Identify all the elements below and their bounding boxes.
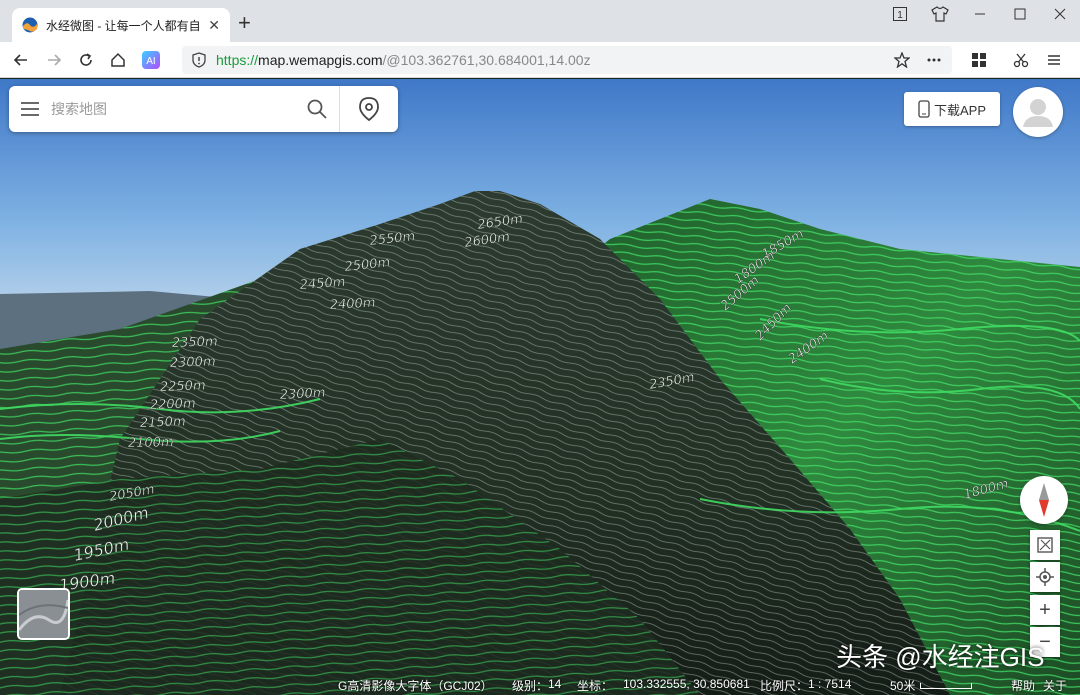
svg-text:1: 1 xyxy=(897,10,903,21)
hamburger-icon xyxy=(21,102,39,116)
back-button[interactable] xyxy=(9,48,33,72)
contour-label: 2250m xyxy=(160,378,206,395)
maximize-icon xyxy=(1014,8,1026,20)
reload-icon xyxy=(80,53,92,66)
reload-button[interactable] xyxy=(74,48,98,72)
grid-icon xyxy=(972,53,986,67)
crosshair-icon xyxy=(1036,568,1054,586)
tab-count-button[interactable]: 1 xyxy=(880,0,920,28)
more-dots-icon xyxy=(927,58,941,62)
site-favicon-icon xyxy=(22,17,38,33)
shield-icon xyxy=(192,52,206,68)
search-icon xyxy=(307,99,327,119)
map-menu-button[interactable] xyxy=(9,86,51,132)
hamburger-icon xyxy=(1048,55,1060,65)
about-link[interactable]: 关于 xyxy=(1043,677,1067,694)
address-bar[interactable]: https://map.wemapgis.com/@103.362761,30.… xyxy=(182,46,952,74)
url-host: map.wemapgis.com xyxy=(258,52,383,68)
star-icon xyxy=(894,52,910,68)
user-avatar-button[interactable] xyxy=(1013,87,1063,137)
terrain-3d-scene[interactable]: 2650m2600m2550m2500m2450m2400m2350m2300m… xyxy=(0,79,1080,695)
tab-close-icon[interactable]: ✕ xyxy=(208,17,220,34)
compass-button[interactable] xyxy=(1020,476,1068,524)
url-scheme: https:// xyxy=(216,52,259,68)
url-text: https://map.wemapgis.com/@103.362761,30.… xyxy=(216,52,591,68)
contour-label: 2150m xyxy=(140,414,186,431)
home-button[interactable] xyxy=(106,48,130,72)
browser-menu-button[interactable] xyxy=(1042,48,1066,72)
close-icon xyxy=(1054,8,1066,20)
scale-label: 比例尺： xyxy=(760,679,809,693)
basemap-switcher[interactable] xyxy=(17,588,70,640)
home-icon xyxy=(111,52,125,67)
more-button[interactable] xyxy=(922,48,946,72)
close-window-button[interactable] xyxy=(1040,0,1080,28)
map-status-bar: G高清影像大字体（GCJ02） 级别： 14 坐标： 103.332555, 3… xyxy=(0,674,1080,695)
zoom-in-button[interactable]: + xyxy=(1030,595,1060,625)
contour-label: 2200m xyxy=(150,396,196,413)
basemap-preview-icon xyxy=(19,590,68,638)
help-link[interactable]: 帮助 xyxy=(1011,677,1035,694)
contour-label: 2300m xyxy=(279,386,325,403)
watermark-text: 头条 @水经注GIS xyxy=(836,642,1045,672)
map-viewport[interactable]: 2650m 2600m 2550m 2500m 2450m 2400m 2350m 2300m… xyxy=(0,79,1080,695)
measure-icon xyxy=(1037,537,1053,553)
contour-label: 2300m xyxy=(170,354,216,371)
tshirt-icon xyxy=(931,6,949,22)
apps-button[interactable] xyxy=(967,48,991,72)
compass-needle-icon xyxy=(1039,483,1049,517)
maximize-button[interactable] xyxy=(1000,0,1040,28)
browser-toolbar: AI https://map.wemapgis.com/@103.362761,… xyxy=(0,42,1080,78)
zoom-in-icon: + xyxy=(1039,599,1051,621)
coordinate-value: 103.332555, 30.850681 xyxy=(623,677,750,691)
minimize-button[interactable] xyxy=(960,0,1000,28)
new-tab-button[interactable]: + xyxy=(238,12,251,34)
url-path: /@103.362761,30.684001,14.00z xyxy=(382,52,591,68)
scale-value: 1 : 7514 xyxy=(808,677,852,691)
area-measure-button[interactable] xyxy=(1030,530,1060,560)
ai-assistant-button[interactable]: AI xyxy=(139,48,163,72)
contour-label: 2100m xyxy=(128,435,174,451)
locate-me-button[interactable] xyxy=(1030,562,1060,592)
download-app-label: 下载APP xyxy=(933,102,986,118)
svg-text:AI: AI xyxy=(146,56,155,67)
map-pin-icon xyxy=(359,97,379,121)
map-search-box: 搜索地图 xyxy=(9,86,398,132)
arrow-left-icon xyxy=(13,54,27,66)
phone-icon xyxy=(918,100,930,118)
tab-count-icon: 1 xyxy=(893,7,907,21)
tab-title: 水经微图 - 让每一个人都有自 xyxy=(46,18,201,33)
scale-bar xyxy=(920,683,972,689)
browser-tab[interactable]: 水经微图 - 让每一个人都有自 ✕ xyxy=(12,8,230,42)
scale-bar-label: 50米 xyxy=(890,679,916,693)
download-app-button[interactable]: 下载APP xyxy=(904,92,1000,126)
location-pin-button[interactable] xyxy=(340,86,398,132)
zoom-level-value: 14 xyxy=(548,677,562,691)
contour-label: 2350m xyxy=(172,334,218,351)
scissors-icon xyxy=(1013,53,1029,68)
screenshot-button[interactable] xyxy=(1009,48,1033,72)
user-icon xyxy=(1023,99,1053,127)
bookmark-button[interactable] xyxy=(890,48,914,72)
skin-button[interactable] xyxy=(920,0,960,28)
forward-button[interactable] xyxy=(42,48,66,72)
search-button[interactable] xyxy=(294,86,340,132)
layer-name: G高清影像大字体（GCJ02） xyxy=(338,679,493,693)
search-input[interactable]: 搜索地图 xyxy=(51,99,294,119)
browser-tab-bar: 水经微图 - 让每一个人都有自 ✕ + 1 xyxy=(0,0,1080,42)
minimize-icon xyxy=(975,13,985,15)
zoom-level-label: 级别： xyxy=(512,679,549,693)
contour-label: 2400m xyxy=(329,296,375,313)
contour-label: 2450m xyxy=(299,275,346,293)
coordinate-label: 坐标： xyxy=(577,679,614,693)
ai-icon: AI xyxy=(142,51,160,69)
arrow-right-icon xyxy=(48,54,62,66)
